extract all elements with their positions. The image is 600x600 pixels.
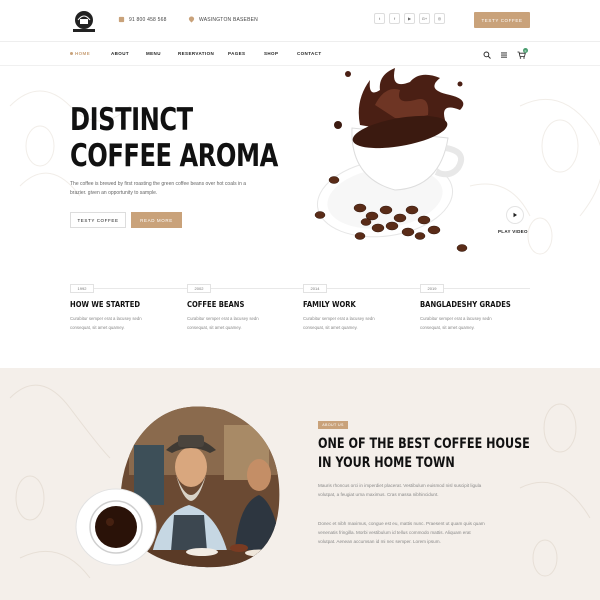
timeline-year: 2014 — [303, 284, 327, 293]
address-info: WASINGTON BASEBEN — [188, 16, 258, 23]
hero-title-line1: DISTINCT — [70, 102, 193, 138]
timeline-text: Curabitur semper erat a lacusey sedn con… — [303, 316, 375, 330]
timeline-year: 2019 — [420, 284, 444, 293]
google-plus-icon[interactable]: G+ — [419, 13, 430, 24]
timeline-text: Curabitur semper erat a lacusey sedn con… — [187, 316, 259, 330]
testy-coffee-hero-button[interactable]: TESTY COFFEE — [70, 212, 126, 228]
timeline-title: HOW WE STARTED — [70, 300, 140, 309]
phone-info: 91 800 458 568 — [118, 16, 167, 23]
nav-item-label: HOME — [75, 51, 91, 56]
nav-item-contact[interactable]: CONTACT — [297, 51, 321, 56]
about-us-badge: ABOUT US — [318, 421, 348, 429]
about-paragraph-1: Mauris rhoncus orci in imperdiet placera… — [318, 483, 482, 497]
facebook-icon[interactable]: f — [389, 13, 400, 24]
nav-item-about[interactable]: ABOUT — [111, 51, 129, 56]
play-icon — [513, 212, 517, 218]
play-video-button[interactable] — [506, 206, 524, 224]
search-icon[interactable] — [483, 51, 491, 59]
hero-title: DISTINCT COFFEE AROMA — [70, 102, 278, 174]
cart-count-badge: 0 — [523, 48, 528, 53]
social-links: t f ▶ G+ ◎ — [374, 13, 445, 24]
hero-description: The coffee is brewed by first roasting t… — [70, 181, 247, 196]
timeline-title: FAMILY WORK — [303, 300, 356, 309]
timeline-year: 2002 — [187, 284, 211, 293]
location-pin-icon — [188, 16, 195, 23]
play-video-label: PLAY VIDEO — [498, 229, 528, 234]
nav-item-home[interactable]: HOME — [70, 51, 90, 56]
timeline-title: BANGLADESHY GRADES — [420, 300, 511, 309]
top-bar: 91 800 458 568 WASINGTON BASEBEN t f ▶ G… — [0, 0, 600, 42]
instagram-icon[interactable]: ◎ — [434, 13, 445, 24]
testy-coffee-button[interactable]: TESTY COFFEE — [474, 12, 530, 28]
hero-title-line2: COFFEE AROMA — [70, 138, 278, 174]
nav-item-shop[interactable]: SHOP — [264, 51, 278, 56]
read-more-button[interactable]: READ MORE — [131, 212, 182, 228]
barista-photo — [75, 406, 280, 568]
nav-item-pages[interactable]: PAGES — [228, 51, 245, 56]
logo[interactable] — [70, 8, 98, 34]
active-dot-icon — [70, 52, 73, 56]
coffee-cup-splash-image — [314, 68, 468, 252]
nav-item-reservation[interactable]: RESERVATION — [178, 51, 214, 56]
timeline-line — [70, 288, 530, 289]
phone-number: 91 800 458 568 — [129, 16, 167, 23]
about-title-line1: ONE OF THE BEST COFFEE HOUSE — [318, 436, 530, 452]
about-title: ONE OF THE BEST COFFEE HOUSE IN YOUR HOM… — [318, 435, 530, 473]
timeline-year: 1992 — [70, 284, 94, 293]
cart-button[interactable]: 0 — [517, 48, 528, 59]
timeline-text: Curabitur semper erat a lacusey sedn con… — [70, 316, 142, 330]
nav-item-menu[interactable]: MENU — [146, 51, 161, 56]
twitter-icon[interactable]: t — [374, 13, 385, 24]
phone-icon — [118, 16, 125, 23]
about-paragraph-2: Donec et nibh maximus, congue est eu, ma… — [318, 521, 485, 544]
address-text: WASINGTON BASEBEN — [199, 16, 258, 23]
timeline-title: COFFEE BEANS — [187, 300, 245, 309]
nav-actions: 0 — [483, 48, 528, 59]
youtube-icon[interactable]: ▶ — [404, 13, 415, 24]
menu-icon[interactable] — [500, 51, 508, 59]
timeline-text: Curabitur semper erat a lacusey sedn con… — [420, 316, 492, 330]
about-title-line2: IN YOUR HOME TOWN — [318, 455, 455, 471]
